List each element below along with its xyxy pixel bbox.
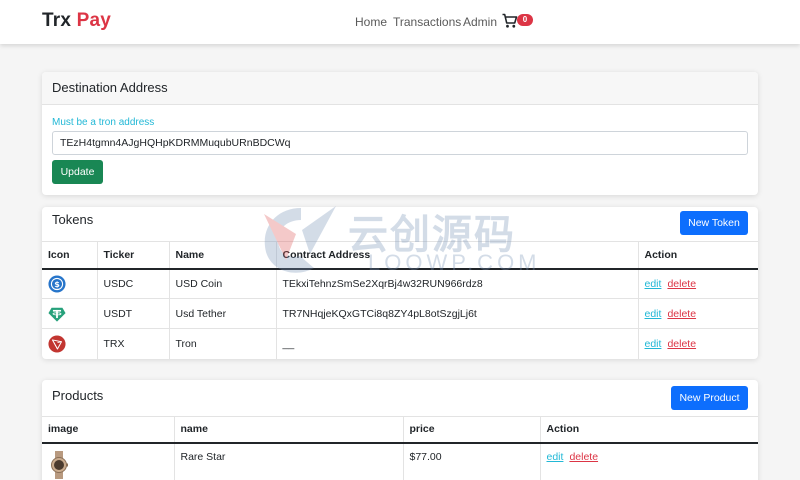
products-table-header: image name price Action bbox=[42, 416, 758, 443]
table-row: Rare Star $77.00 edit delete bbox=[42, 442, 758, 480]
update-button[interactable]: Update bbox=[52, 160, 103, 184]
table-row: $ USDC USD Coin TEkxiTehnzSmSe2XqrBj4w32… bbox=[42, 268, 758, 299]
svg-text:$: $ bbox=[54, 279, 60, 289]
product-price: $77.00 bbox=[403, 442, 541, 480]
product-name: Rare Star bbox=[174, 442, 404, 480]
delete-link[interactable]: delete bbox=[667, 338, 696, 350]
token-contract: __ bbox=[276, 328, 639, 359]
new-token-button[interactable]: New Token bbox=[680, 211, 748, 235]
token-actions: edit delete bbox=[638, 268, 758, 299]
table-row: TRX Tron __ edit delete bbox=[42, 328, 758, 359]
token-contract: TR7NHqjeKQxGTCi8q8ZY4pL8otSzgjLj6t bbox=[276, 298, 639, 329]
col-price: price bbox=[403, 416, 541, 443]
col-icon: Icon bbox=[42, 241, 98, 269]
tokens-title: Tokens bbox=[52, 212, 94, 227]
token-contract: TEkxiTehnzSmSe2XqrBj4w32RUN966rdz8 bbox=[276, 268, 639, 299]
brand-logo[interactable]: Trx Pay bbox=[42, 10, 111, 32]
edit-link[interactable]: edit bbox=[547, 451, 564, 463]
products-title: Products bbox=[52, 388, 104, 403]
token-name: Tron bbox=[169, 328, 277, 359]
token-name: Usd Tether bbox=[169, 298, 277, 329]
destination-card-header: Destination Address bbox=[42, 72, 758, 105]
tokens-table: Icon Ticker Name Contract Address Action… bbox=[42, 241, 758, 359]
col-contract-address: Contract Address bbox=[276, 241, 639, 269]
edit-link[interactable]: edit bbox=[645, 278, 662, 290]
products-table: image name price Action Rare Star $77.00… bbox=[42, 416, 758, 480]
token-ticker: USDT bbox=[97, 298, 170, 329]
destination-title: Destination Address bbox=[52, 80, 168, 95]
products-card: Products New Product image name price Ac… bbox=[42, 380, 758, 480]
cart-count-badge: 0 bbox=[517, 14, 533, 26]
new-product-button[interactable]: New Product bbox=[671, 386, 748, 410]
cart-icon[interactable] bbox=[502, 13, 518, 29]
trx-icon bbox=[48, 335, 66, 353]
nav-link-transactions[interactable]: Transactions bbox=[393, 15, 461, 29]
col-name: Name bbox=[169, 241, 277, 269]
edit-link[interactable]: edit bbox=[645, 308, 662, 320]
token-actions: edit delete bbox=[638, 298, 758, 329]
col-ticker: Ticker bbox=[97, 241, 170, 269]
token-actions: edit delete bbox=[638, 328, 758, 359]
col-product-name: name bbox=[174, 416, 404, 443]
delete-link[interactable]: delete bbox=[667, 278, 696, 290]
brand-part-1: Trx bbox=[42, 10, 72, 31]
destination-address-input[interactable] bbox=[52, 131, 748, 155]
navbar: Trx Pay Home Transactions Admin 0 bbox=[0, 0, 800, 44]
delete-link[interactable]: delete bbox=[569, 451, 598, 463]
token-name: USD Coin bbox=[169, 268, 277, 299]
delete-link[interactable]: delete bbox=[667, 308, 696, 320]
usdt-icon bbox=[48, 307, 66, 322]
nav-link-home[interactable]: Home bbox=[355, 15, 387, 29]
nav-link-admin[interactable]: Admin bbox=[463, 15, 497, 29]
tokens-table-header: Icon Ticker Name Contract Address Action bbox=[42, 241, 758, 269]
usdc-icon: $ bbox=[48, 275, 66, 293]
table-row: USDT Usd Tether TR7NHqjeKQxGTCi8q8ZY4pL8… bbox=[42, 298, 758, 329]
address-helper-text: Must be a tron address bbox=[52, 117, 155, 128]
destination-address-card: Destination Address Must be a tron addre… bbox=[42, 72, 758, 195]
product-actions: edit delete bbox=[540, 442, 758, 480]
brand-part-2: Pay bbox=[76, 10, 112, 31]
col-product-action: Action bbox=[546, 423, 580, 436]
col-image: image bbox=[42, 416, 175, 443]
tokens-card: Tokens New Token Icon Ticker Name Contra… bbox=[42, 207, 758, 359]
token-ticker: USDC bbox=[97, 268, 170, 299]
watch-image bbox=[51, 450, 68, 479]
edit-link[interactable]: edit bbox=[645, 338, 662, 350]
col-action: Action bbox=[644, 248, 678, 261]
token-ticker: TRX bbox=[97, 328, 170, 359]
